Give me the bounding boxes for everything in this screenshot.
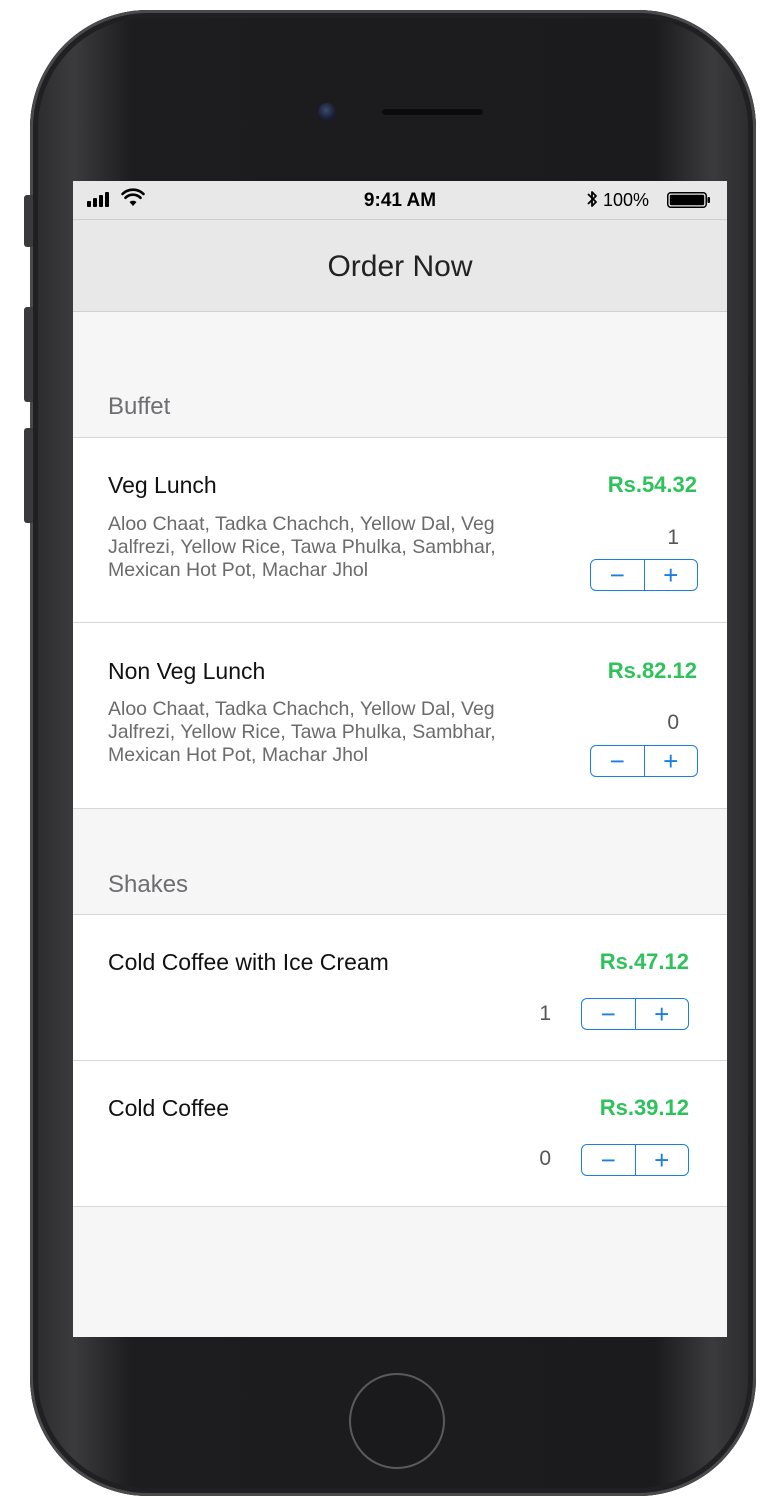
bluetooth-icon — [587, 191, 597, 207]
decrement-button[interactable]: − — [582, 999, 636, 1029]
quantity-stepper: − + — [581, 998, 689, 1030]
item-price: Rs.39.12 — [599, 1095, 689, 1120]
item-name: Cold Coffee — [108, 1095, 230, 1121]
status-bar: 9:41 AM 100% — [73, 181, 727, 219]
navigation-bar: Order Now — [73, 219, 727, 312]
menu-item-cold-coffee-ice-cream: Cold Coffee with Ice Cream Rs.47.12 1 − … — [73, 914, 727, 1061]
quantity-stepper: − + — [581, 1144, 689, 1176]
increment-button[interactable]: + — [636, 1145, 689, 1175]
item-quantity: 0 — [667, 711, 679, 734]
item-price: Rs.54.32 — [607, 472, 697, 497]
item-name: Cold Coffee with Ice Cream — [108, 949, 389, 975]
item-quantity: 1 — [539, 1002, 551, 1025]
volume-up-button — [24, 307, 33, 402]
menu-item-cold-coffee: Cold Coffee Rs.39.12 0 − + — [73, 1060, 727, 1207]
increment-button[interactable]: + — [636, 999, 689, 1029]
battery-icon — [667, 192, 710, 208]
item-description: Aloo Chaat, Tadka Chachch, Yellow Dal, V… — [108, 513, 496, 581]
quantity-stepper: − + — [590, 559, 698, 591]
decrement-button[interactable]: − — [582, 1145, 636, 1175]
item-quantity: 0 — [539, 1147, 551, 1170]
home-button[interactable] — [349, 1373, 445, 1469]
increment-button[interactable]: + — [645, 560, 698, 590]
page-title: Order Now — [327, 250, 473, 283]
item-price: Rs.47.12 — [599, 949, 689, 974]
front-camera — [318, 103, 336, 121]
section-header-shakes: Shakes — [108, 871, 189, 898]
section-header-buffet: Buffet — [108, 393, 171, 420]
menu-item-veg-lunch: Veg Lunch Rs.54.32 Aloo Chaat, Tadka Cha… — [73, 437, 727, 623]
decrement-button[interactable]: − — [591, 746, 645, 776]
battery-percent: 100% — [603, 190, 650, 210]
quantity-stepper: − + — [590, 745, 698, 777]
menu-item-non-veg-lunch: Non Veg Lunch Rs.82.12 Aloo Chaat, Tadka… — [73, 622, 727, 809]
increment-button[interactable]: + — [645, 746, 698, 776]
volume-down-button — [24, 428, 33, 523]
app-screen: 9:41 AM 100% Order Now Buffet Veg Lunch … — [73, 181, 727, 1337]
item-quantity: 1 — [667, 526, 679, 549]
item-description: Aloo Chaat, Tadka Chachch, Yellow Dal, V… — [108, 698, 496, 766]
decrement-button[interactable]: − — [591, 560, 645, 590]
item-price: Rs.82.12 — [607, 658, 697, 683]
item-name: Non Veg Lunch — [108, 658, 266, 684]
mute-switch — [24, 195, 33, 247]
item-name: Veg Lunch — [108, 472, 217, 498]
earpiece-speaker — [382, 109, 483, 115]
